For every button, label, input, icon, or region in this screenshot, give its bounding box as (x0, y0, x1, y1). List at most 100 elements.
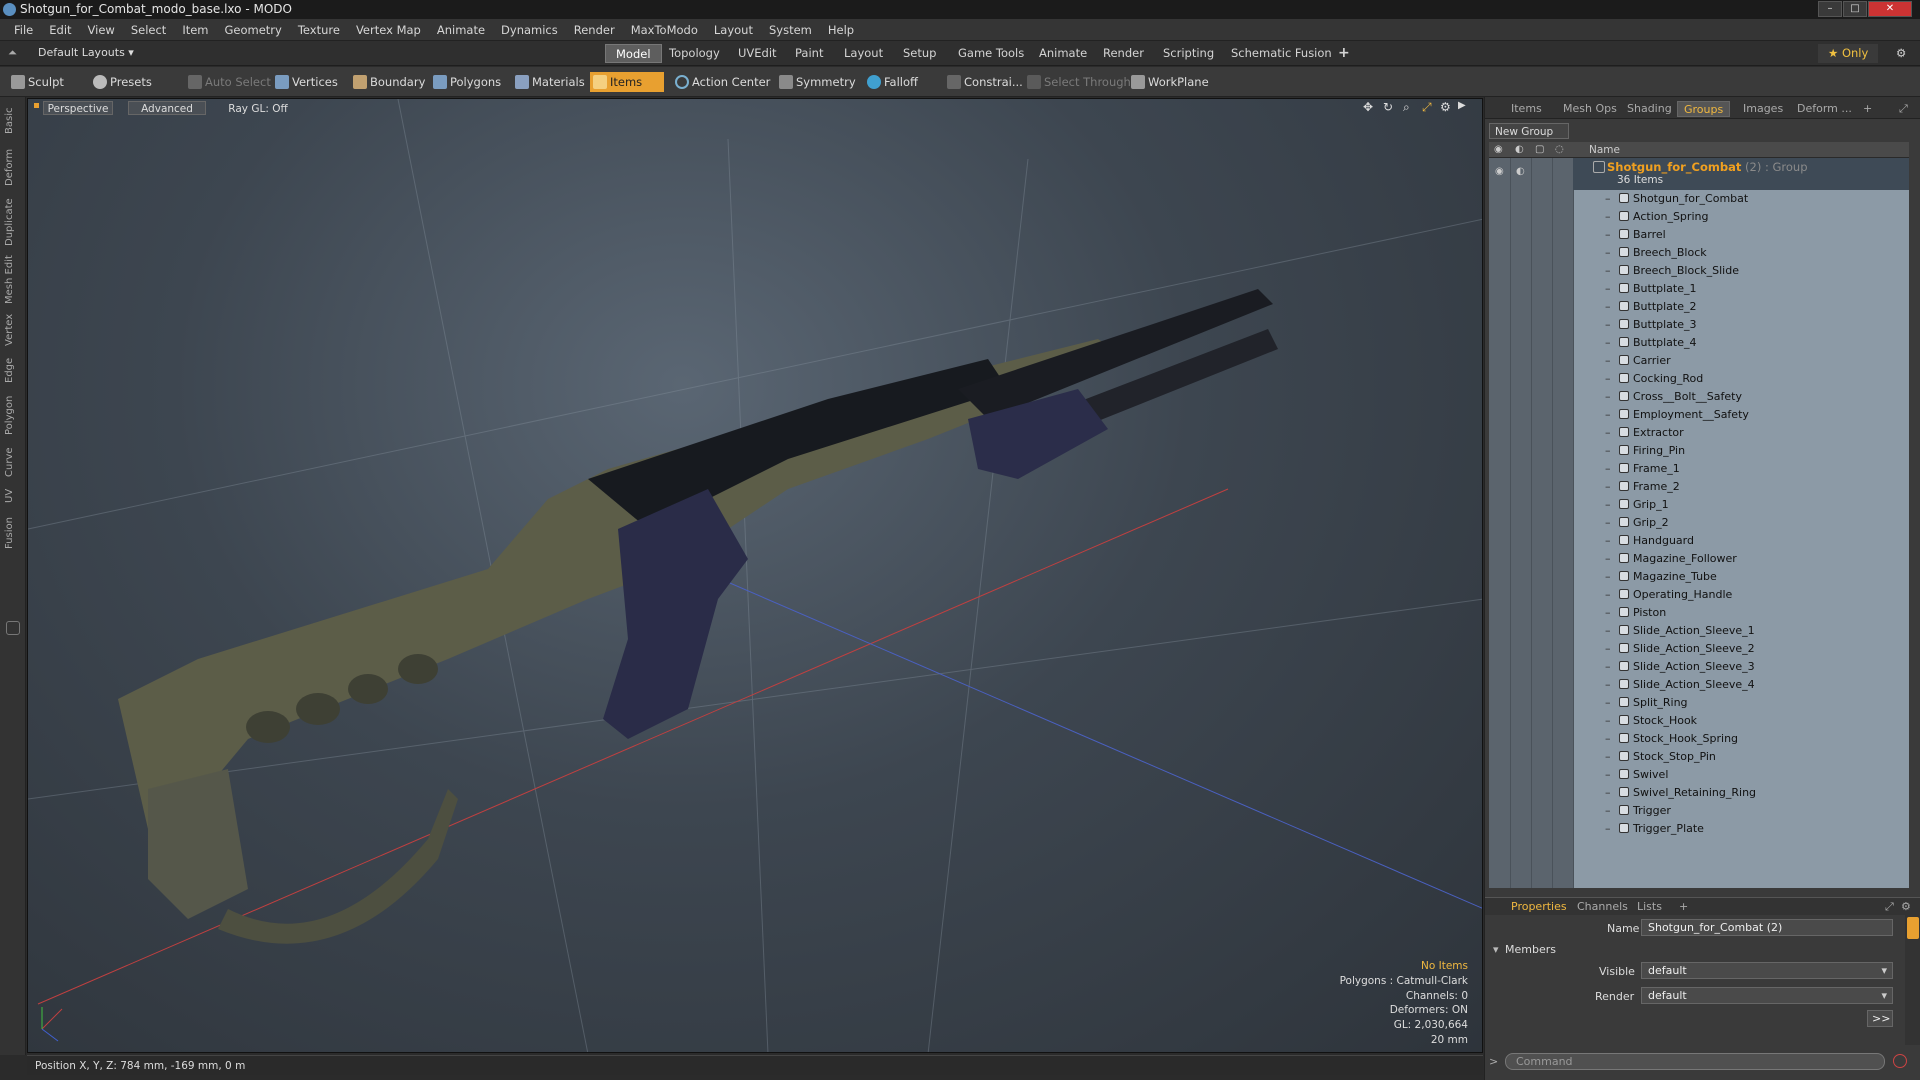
list-item[interactable]: – Buttplate_2 (1605, 298, 1697, 316)
list-item[interactable]: – Buttplate_3 (1605, 316, 1697, 334)
auto-select-button[interactable]: Auto Select (185, 72, 271, 92)
tab-model[interactable]: Model (605, 44, 662, 63)
left-tab-edge[interactable]: Edge (4, 355, 22, 385)
menu-help[interactable]: Help (820, 23, 862, 37)
left-tab-deform[interactable]: Deform (4, 145, 22, 189)
maximize-button[interactable]: □ (1843, 1, 1867, 17)
visibility-column-icon[interactable]: ◉ (1494, 144, 1503, 155)
left-tab-basic[interactable]: Basic (4, 103, 22, 139)
list-item[interactable]: – Extractor (1605, 424, 1684, 442)
tab-render[interactable]: Render (1093, 44, 1154, 63)
list-item[interactable]: – Trigger (1605, 802, 1671, 820)
menu-render[interactable]: Render (566, 23, 623, 37)
advanced-dropdown[interactable]: Advanced (128, 101, 206, 115)
add-properties-tab-button[interactable]: + (1673, 899, 1694, 915)
list-item[interactable]: – Stock_Hook_Spring (1605, 730, 1738, 748)
3d-viewport[interactable]: Perspective Advanced Ray GL: Off ✥ ↻ ⌕ ⤢… (27, 98, 1483, 1053)
tab-deform[interactable]: Deform ... (1791, 101, 1858, 117)
menu-edit[interactable]: Edit (41, 23, 79, 37)
group-name[interactable]: Shotgun_for_Combat (2) : Group (1607, 160, 1808, 174)
list-item[interactable]: – Barrel (1605, 226, 1666, 244)
only-toggle[interactable]: ★ Only (1818, 44, 1879, 63)
left-tab-duplicate[interactable]: Duplicate (4, 195, 22, 249)
list-item[interactable]: – Grip_1 (1605, 496, 1669, 514)
items-button[interactable]: Items (590, 72, 664, 92)
viewport-settings-icon[interactable]: ⚙ (1440, 100, 1451, 114)
sculpt-button[interactable]: Sculpt (8, 72, 64, 92)
tab-groups[interactable]: Groups (1677, 101, 1731, 117)
menu-maxtomodo[interactable]: MaxToModo (623, 23, 706, 37)
tab-paint[interactable]: Paint (785, 44, 833, 63)
tab-shading[interactable]: Shading (1621, 101, 1678, 117)
menu-item[interactable]: Item (174, 23, 216, 37)
render-dropdown[interactable]: default ▾ (1641, 987, 1893, 1004)
list-item[interactable]: – Shotgun_for_Combat (1605, 190, 1748, 208)
tab-scripting[interactable]: Scripting (1153, 44, 1224, 63)
list-item[interactable]: – Slide_Action_Sleeve_4 (1605, 676, 1755, 694)
presets-button[interactable]: Presets (90, 72, 152, 92)
list-item[interactable]: – Stock_Stop_Pin (1605, 748, 1716, 766)
tab-schematic-fusion[interactable]: Schematic Fusion (1221, 44, 1342, 63)
tab-mesh-ops[interactable]: Mesh Ops (1557, 101, 1623, 117)
new-group-button[interactable]: New Group (1489, 123, 1569, 139)
tab-properties[interactable]: Properties (1505, 899, 1573, 915)
left-tab-fusion[interactable]: Fusion (4, 513, 22, 553)
properties-gear-icon[interactable]: ⚙ (1895, 899, 1917, 915)
close-button[interactable]: ✕ (1868, 1, 1912, 17)
list-item[interactable]: – Swivel (1605, 766, 1668, 784)
left-tab-curve[interactable]: Curve (4, 445, 22, 479)
lock-column-icon[interactable]: ▢ (1535, 144, 1544, 155)
members-section-arrow-icon[interactable]: ▾ (1493, 943, 1499, 956)
list-item[interactable]: – Split_Ring (1605, 694, 1688, 712)
list-item[interactable]: – Slide_Action_Sleeve_2 (1605, 640, 1755, 658)
tab-channels[interactable]: Channels (1571, 899, 1634, 915)
menu-dynamics[interactable]: Dynamics (493, 23, 566, 37)
select-through-button[interactable]: Select Through (1024, 72, 1131, 92)
list-item[interactable]: – Frame_2 (1605, 478, 1680, 496)
left-tab-polygon[interactable]: Polygon (4, 391, 22, 439)
left-panel-toggle[interactable] (6, 621, 20, 635)
tab-setup[interactable]: Setup (893, 44, 946, 63)
list-item[interactable]: – Employment__Safety (1605, 406, 1749, 424)
select-column-icon[interactable]: ◌ (1555, 144, 1564, 155)
members-section[interactable]: Members (1505, 943, 1556, 956)
name-column-header[interactable]: Name (1589, 144, 1620, 156)
visible-dropdown[interactable]: default ▾ (1641, 962, 1893, 979)
menu-system[interactable]: System (761, 23, 820, 37)
menu-file[interactable]: File (6, 23, 41, 37)
list-item[interactable]: – Operating_Handle (1605, 586, 1732, 604)
viewport-menu-arrow-icon[interactable]: ▶ (1458, 100, 1466, 111)
list-item[interactable]: – Magazine_Tube (1605, 568, 1717, 586)
add-tab-button[interactable]: + (1328, 44, 1360, 63)
menu-select[interactable]: Select (123, 23, 174, 37)
list-item[interactable]: – Cocking_Rod (1605, 370, 1703, 388)
menu-geometry[interactable]: Geometry (217, 23, 290, 37)
list-item[interactable]: – Swivel_Retaining_Ring (1605, 784, 1756, 802)
list-item[interactable]: – Slide_Action_Sleeve_1 (1605, 622, 1755, 640)
list-item[interactable]: – Trigger_Plate (1605, 820, 1704, 838)
list-item[interactable]: – Buttplate_4 (1605, 334, 1697, 352)
materials-button[interactable]: Materials (512, 72, 585, 92)
tab-layout[interactable]: Layout (834, 44, 893, 63)
layout-pin-icon[interactable]: ⏶ (8, 46, 18, 59)
list-item[interactable]: – Magazine_Follower (1605, 550, 1737, 568)
minimize-button[interactable]: – (1818, 1, 1842, 17)
list-item[interactable]: – Breech_Block (1605, 244, 1707, 262)
add-panel-tab-button[interactable]: + (1857, 101, 1878, 117)
left-tab-mesh-edit[interactable]: Mesh Edit (4, 255, 22, 305)
list-item[interactable]: – Breech_Block_Slide (1605, 262, 1739, 280)
raygl-toggle[interactable]: Ray GL: Off (218, 101, 298, 115)
constrain-button[interactable]: Constrai... (944, 72, 1023, 92)
workplane-button[interactable]: WorkPlane (1128, 72, 1209, 92)
group-visibility-icon[interactable]: ◉ (1495, 166, 1504, 177)
pan-icon[interactable]: ✥ (1363, 100, 1373, 114)
zoom-icon[interactable]: ⌕ (1403, 100, 1410, 115)
menu-view[interactable]: View (80, 23, 123, 37)
tab-animate[interactable]: Animate (1029, 44, 1097, 63)
menu-layout[interactable]: Layout (706, 23, 761, 37)
left-tab-uv[interactable]: UV (4, 485, 22, 507)
more-button[interactable]: >> (1867, 1010, 1893, 1027)
default-layouts-dropdown[interactable]: Default Layouts ▾ (38, 46, 134, 59)
list-item[interactable]: – Grip_2 (1605, 514, 1669, 532)
options-menu-icon[interactable] (1907, 917, 1919, 939)
